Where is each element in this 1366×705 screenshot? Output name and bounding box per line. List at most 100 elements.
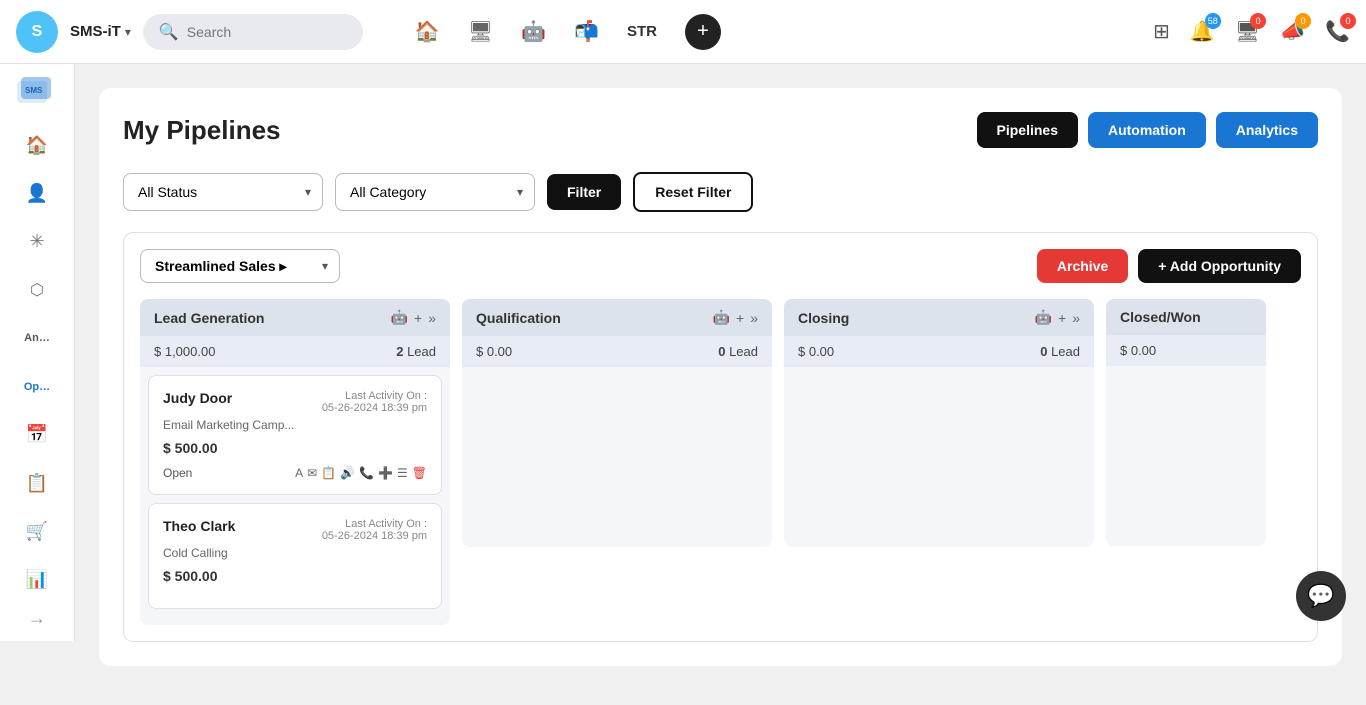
opportunity-card-theo[interactable]: Theo Clark Last Activity On : 05-26-2024… (148, 503, 442, 609)
qualification-body (462, 367, 772, 547)
closing-plus-icon[interactable]: + (1058, 310, 1066, 326)
sidebar-item-calendar[interactable]: 📅 (12, 415, 62, 455)
card-amount-judy: $ 500.00 (163, 440, 427, 456)
list-icon[interactable]: ☰ (397, 466, 408, 480)
phone-icon[interactable]: 📞0 (1325, 19, 1350, 44)
svg-text:SMS: SMS (25, 86, 43, 95)
closing-robot-icon[interactable]: 🤖 (1035, 309, 1052, 326)
kanban-board: Lead Generation 🤖 + » $ 1,000.00 2 Lead (140, 299, 1301, 625)
category-filter[interactable]: All Category (335, 173, 535, 211)
qualification-stats: $ 0.00 0 Lead (462, 336, 772, 367)
card-top-judy: Judy Door Last Activity On : 05-26-2024 … (163, 390, 427, 414)
qualification-expand-icon[interactable]: » (750, 310, 758, 326)
sidebar-item-contacts[interactable]: 👤 (12, 173, 62, 213)
card-activity-judy: Last Activity On : 05-26-2024 18:39 pm (322, 390, 427, 414)
sidebar-item-reports[interactable]: 📊 (12, 560, 62, 600)
doc-icon[interactable]: 📋 (321, 466, 336, 480)
chat-fab[interactable]: 💬 (1296, 571, 1346, 621)
nav-center-icons: 🏠 🖥 🤖 📬 STR + (415, 14, 721, 50)
lead-gen-stats: $ 1,000.00 2 Lead (140, 336, 450, 367)
add-opportunity-button[interactable]: + Add Opportunity (1138, 249, 1301, 283)
pipeline-select[interactable]: Streamlined Sales ▸ (140, 249, 340, 283)
home-nav-icon[interactable]: 🏠 (415, 19, 440, 44)
lead-gen-title: Lead Generation (154, 310, 385, 326)
sidebar-item-home[interactable]: 🏠 (12, 125, 62, 165)
card-sub-judy: Email Marketing Camp... (163, 418, 427, 432)
status-filter-wrap: All Status ▾ (123, 173, 323, 211)
str-label[interactable]: STR (627, 23, 657, 40)
sidebar-logo: SMS (15, 76, 59, 109)
opportunity-card-judy[interactable]: Judy Door Last Activity On : 05-26-2024 … (148, 375, 442, 495)
qualification-amount: $ 0.00 (476, 344, 512, 359)
closing-stats: $ 0.00 0 Lead (784, 336, 1094, 367)
brand-avatar: S (16, 11, 58, 53)
archive-button[interactable]: Archive (1037, 249, 1128, 283)
card-top-theo: Theo Clark Last Activity On : 05-26-2024… (163, 518, 427, 542)
brand-dropdown[interactable]: SMS-iT ▾ (70, 23, 131, 40)
search-input[interactable] (187, 24, 347, 40)
sidebar-collapse[interactable]: → (28, 608, 46, 629)
nav-right-icons: ⊞ 🔔58 🖥0 📣0 📞0 (1153, 19, 1350, 44)
qualification-count: 0 Lead (718, 344, 758, 359)
robot-nav-icon[interactable]: 🤖 (521, 19, 546, 44)
sidebar-item-network[interactable]: ✳ (12, 222, 62, 262)
closing-title: Closing (798, 310, 1029, 326)
sidebar-item-opportunities[interactable]: Op… (12, 366, 62, 406)
filter-button[interactable]: Filter (547, 174, 621, 210)
top-navigation: S SMS-iT ▾ 🔍 🏠 🖥 🤖 📬 STR + ⊞ 🔔58 🖥0 📣0 📞… (0, 0, 1366, 64)
closed-won-title: Closed/Won (1120, 309, 1252, 325)
inbox-nav-icon[interactable]: 📬 (574, 19, 599, 44)
lead-gen-robot-icon[interactable]: 🤖 (391, 309, 408, 326)
reset-filter-button[interactable]: Reset Filter (633, 172, 753, 212)
qualification-plus-icon[interactable]: + (736, 310, 744, 326)
left-sidebar: SMS 🏠 👤 ✳ ⬡ An… Op… 📅 📋 🛒 📊 → (0, 64, 75, 641)
lead-gen-plus-icon[interactable]: + (414, 310, 422, 326)
brand-chevron: ▾ (125, 25, 131, 39)
lead-gen-expand-icon[interactable]: » (428, 310, 436, 326)
pipeline-header: Streamlined Sales ▸ ▾ Archive + Add Oppo… (140, 249, 1301, 283)
bell-badge: 58 (1205, 13, 1221, 29)
card-name-judy: Judy Door (163, 390, 232, 414)
add-icon[interactable]: ➕ (378, 466, 393, 480)
bell-icon[interactable]: 🔔58 (1190, 19, 1215, 44)
header-buttons: Pipelines Automation Analytics (977, 112, 1318, 148)
closing-expand-icon[interactable]: » (1072, 310, 1080, 326)
card-amount-theo: $ 500.00 (163, 568, 427, 584)
lead-gen-count: 2 Lead (396, 344, 436, 359)
email-icon[interactable]: ✉ (307, 466, 317, 480)
grid-icon[interactable]: ⊞ (1153, 19, 1170, 44)
pipelines-button[interactable]: Pipelines (977, 112, 1078, 148)
text-icon[interactable]: A (295, 466, 303, 480)
monitor-nav-icon[interactable]: 🖥 (468, 19, 493, 44)
sidebar-item-notes[interactable]: 📋 (12, 463, 62, 503)
closed-won-stats: $ 0.00 (1106, 335, 1266, 366)
card-icons-judy: A ✉ 📋 🔊 📞 ➕ ☰ 🗑 (295, 466, 427, 480)
person-icon: 👤 (26, 183, 48, 204)
notes-icon: 📋 (26, 473, 48, 494)
analytics-button[interactable]: Analytics (1216, 112, 1318, 148)
pipeline-section: Streamlined Sales ▸ ▾ Archive + Add Oppo… (123, 232, 1318, 642)
phone-card-icon[interactable]: 📞 (359, 466, 374, 480)
megaphone-icon[interactable]: 📣0 (1280, 19, 1305, 44)
sidebar-item-funnel[interactable]: ⬡ (12, 270, 62, 310)
brand-name: SMS-iT (70, 23, 121, 40)
delete-icon[interactable]: 🗑 (412, 466, 427, 480)
kanban-column-closing: Closing 🤖 + » $ 0.00 0 Lead (784, 299, 1094, 625)
monitor-icon[interactable]: 🖥0 (1235, 19, 1260, 44)
sidebar-item-cart[interactable]: 🛒 (12, 511, 62, 551)
automation-button[interactable]: Automation (1088, 112, 1206, 148)
plus-button[interactable]: + (685, 14, 721, 50)
page-title: My Pipelines (123, 115, 281, 146)
qualification-robot-icon[interactable]: 🤖 (713, 309, 730, 326)
search-bar[interactable]: 🔍 (143, 14, 363, 50)
audio-icon[interactable]: 🔊 (340, 466, 355, 480)
lead-gen-amount: $ 1,000.00 (154, 344, 215, 359)
inner-card: My Pipelines Pipelines Automation Analyt… (99, 88, 1342, 666)
page-header: My Pipelines Pipelines Automation Analyt… (123, 112, 1318, 148)
qualification-title: Qualification (476, 310, 707, 326)
analytics-label: An… (24, 332, 50, 344)
pipeline-actions: Archive + Add Opportunity (1037, 249, 1301, 283)
status-filter[interactable]: All Status (123, 173, 323, 211)
sidebar-item-analytics[interactable]: An… (12, 318, 62, 358)
home-icon: 🏠 (26, 135, 48, 156)
